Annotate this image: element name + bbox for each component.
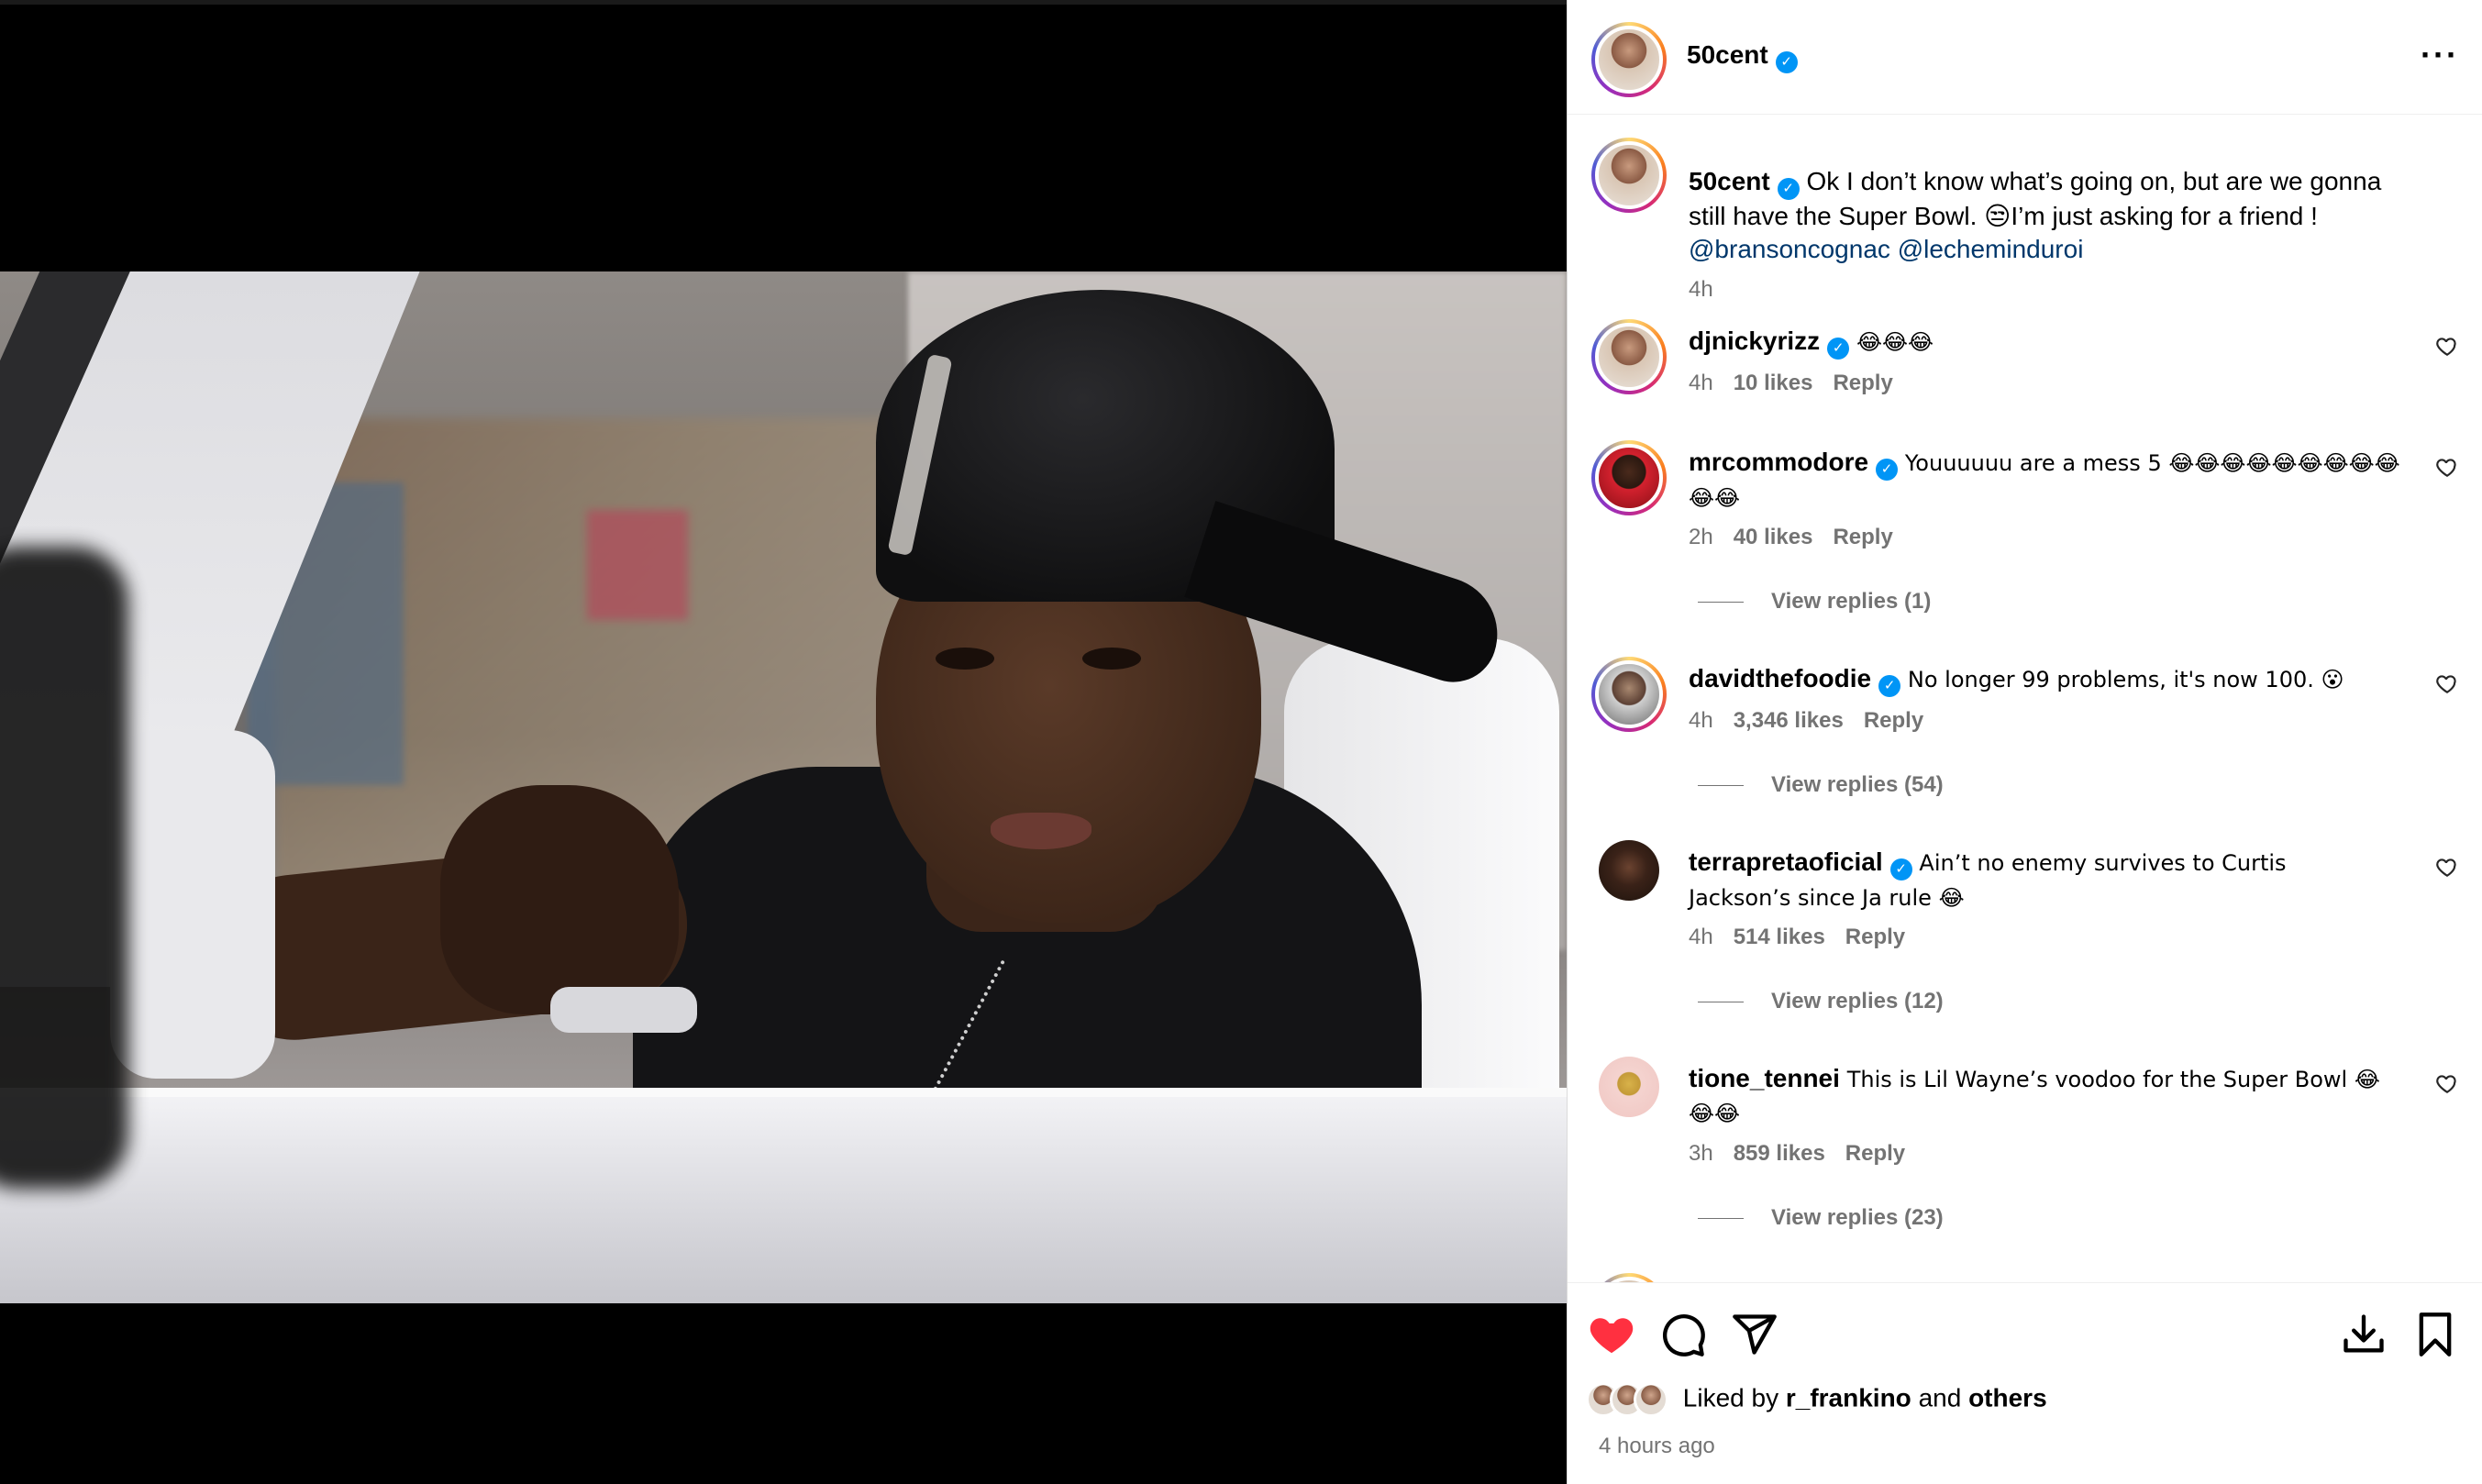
video-frame[interactable] — [0, 271, 1567, 1303]
comment-like-heart-icon[interactable] — [2435, 855, 2459, 879]
comment-meta: 3h 859 likes Reply — [1689, 1141, 1925, 1167]
liked-by-avatars[interactable] — [1586, 1382, 1668, 1417]
mention-link[interactable]: @lecheminduroi — [1898, 235, 2084, 263]
comment-avatar[interactable] — [1591, 440, 1667, 515]
view-replies-button[interactable]: View replies (1) — [1698, 589, 1931, 615]
verified-badge-icon: ✓ — [1827, 338, 1850, 360]
person-eye-right — [1082, 648, 1141, 670]
view-replies-button[interactable]: View replies (12) — [1698, 989, 1944, 1014]
comment-like-heart-icon[interactable] — [2435, 1071, 2459, 1095]
author-name-row: 50cent ✓ — [1687, 40, 1798, 73]
download-icon[interactable] — [2340, 1311, 2388, 1358]
caption-meta: 4h — [1689, 277, 1734, 303]
caption-username[interactable]: 50cent — [1689, 167, 1770, 195]
comment-meta: 2h 40 likes Reply — [1689, 525, 1913, 550]
liked-by-prefix: Liked by — [1682, 1383, 1779, 1412]
post-sidebar: 50cent ✓ ··· 50cent ✓ Ok I don’t know what… — [1567, 0, 2482, 1484]
comments-scroll[interactable]: 50cent ✓ Ok I don’t know what’s going on,… — [1568, 116, 2482, 1282]
comment-avatar-partial[interactable] — [1591, 1273, 1667, 1282]
comment-meta: 4h 3,346 likes Reply — [1689, 708, 1944, 734]
comment-username[interactable]: terrapretaoficial — [1689, 847, 1883, 876]
send-icon[interactable] — [1731, 1311, 1778, 1358]
verified-badge-icon: ✓ — [1777, 178, 1800, 200]
comment-body: 😂😂😂 — [1856, 329, 1934, 355]
comment-time: 4h — [1689, 371, 1713, 395]
view-replies-button[interactable]: View replies (23) — [1698, 1205, 1944, 1231]
comment-time: 4h — [1689, 925, 1713, 949]
comment-likes[interactable]: 514 likes — [1734, 925, 1825, 949]
view-replies-label: View replies (1) — [1771, 589, 1932, 614]
verified-badge-icon: ✓ — [1889, 858, 1912, 880]
post-header: 50cent ✓ ··· — [1568, 0, 2482, 115]
person-eye-left — [936, 648, 994, 670]
comment-avatar[interactable] — [1591, 319, 1667, 394]
view-replies-label: View replies (23) — [1771, 1205, 1944, 1230]
comment-username[interactable]: djnickyrizz — [1689, 327, 1820, 355]
mini-avatar — [1634, 1382, 1668, 1417]
mention-link[interactable]: @bransoncognac — [1689, 235, 1890, 263]
comment-avatar[interactable] — [1599, 1057, 1659, 1117]
verified-badge-icon: ✓ — [1878, 675, 1901, 697]
view-replies-label: View replies (54) — [1771, 772, 1944, 797]
reply-button[interactable]: Reply — [1864, 708, 1923, 733]
comment-avatar[interactable] — [1599, 840, 1659, 901]
comment-like-heart-icon[interactable] — [2435, 671, 2459, 695]
comment-time: 3h — [1689, 1141, 1713, 1166]
comment-username[interactable]: davidthefoodie — [1689, 664, 1871, 692]
reply-button[interactable]: Reply — [1845, 1141, 1905, 1166]
comment-username[interactable]: tione_tennei — [1689, 1064, 1840, 1092]
reply-button[interactable]: Reply — [1833, 525, 1892, 549]
liked-by-row: Liked by r_frankino and others — [1586, 1382, 2047, 1417]
bookmark-icon[interactable] — [2411, 1311, 2459, 1358]
person-fist — [440, 785, 679, 1014]
verified-badge-icon: ✓ — [1775, 51, 1798, 73]
comment-username[interactable]: mrcommodore — [1689, 448, 1868, 476]
comment-likes[interactable]: 40 likes — [1734, 525, 1813, 549]
caption-avatar[interactable] — [1591, 138, 1667, 213]
more-options-icon[interactable]: ··· — [2421, 37, 2459, 73]
reply-button[interactable]: Reply — [1845, 925, 1905, 949]
comment-text: tione_tennei This is Lil Wayne’s voodoo … — [1689, 1062, 2404, 1130]
comment-text: terrapretaoficial ✓ Ain’t no enemy surviv… — [1689, 846, 2386, 914]
comment-text: mrcommodore ✓ Youuuuuu are a mess 5 😂😂😂😂😂… — [1689, 446, 2404, 515]
caption-text: 50cent ✓ Ok I don’t know what’s going on,… — [1689, 165, 2386, 266]
heart-filled-icon[interactable] — [1588, 1311, 1635, 1358]
view-replies-label: View replies (12) — [1771, 989, 1944, 1013]
background-red-object — [587, 510, 688, 620]
author-username[interactable]: 50cent — [1687, 40, 1768, 69]
foreground-shadow — [0, 547, 128, 1189]
liked-by-and: and — [1918, 1383, 1962, 1412]
post-actions-bar: Liked by r_frankino and others 4 hours a… — [1568, 1282, 2482, 1484]
comment-like-heart-icon[interactable] — [2435, 334, 2459, 358]
comment-meta: 4h 10 likes Reply — [1689, 371, 1913, 396]
car-door — [0, 1097, 1567, 1303]
comment-icon[interactable] — [1659, 1311, 1707, 1358]
view-replies-button[interactable]: View replies (54) — [1698, 772, 1944, 798]
comment-time: 2h — [1689, 525, 1713, 549]
comment-like-heart-icon[interactable] — [2435, 455, 2459, 479]
verified-badge-icon: ✓ — [1876, 459, 1899, 481]
liked-by-user[interactable]: r_frankino — [1786, 1383, 1911, 1412]
person-mouth — [991, 813, 1091, 849]
comment-likes[interactable]: 859 likes — [1734, 1141, 1825, 1166]
author-avatar[interactable] — [1591, 22, 1667, 97]
caption-time: 4h — [1689, 277, 1713, 302]
comment-meta: 4h 514 likes Reply — [1689, 925, 1925, 950]
post-media[interactable] — [0, 0, 1567, 1484]
reply-button[interactable]: Reply — [1833, 371, 1892, 395]
car-mirror — [110, 730, 275, 1079]
comment-likes[interactable]: 3,346 likes — [1734, 708, 1844, 733]
comment-body: No longer 99 problems, it's now 100. 😮 — [1907, 667, 2344, 692]
comment-time: 4h — [1689, 708, 1713, 733]
person-watch — [550, 987, 697, 1033]
post-time-ago: 4 hours ago — [1599, 1434, 1715, 1458]
comment-avatar[interactable] — [1591, 657, 1667, 732]
comment-text: djnickyrizz ✓ 😂😂😂 — [1689, 325, 2377, 360]
comment-likes[interactable]: 10 likes — [1734, 371, 1813, 395]
comment-text: davidthefoodie ✓ No longer 99 problems, i… — [1689, 662, 2404, 697]
media-top-strip — [0, 0, 1567, 5]
liked-by-others[interactable]: others — [1968, 1383, 2047, 1412]
